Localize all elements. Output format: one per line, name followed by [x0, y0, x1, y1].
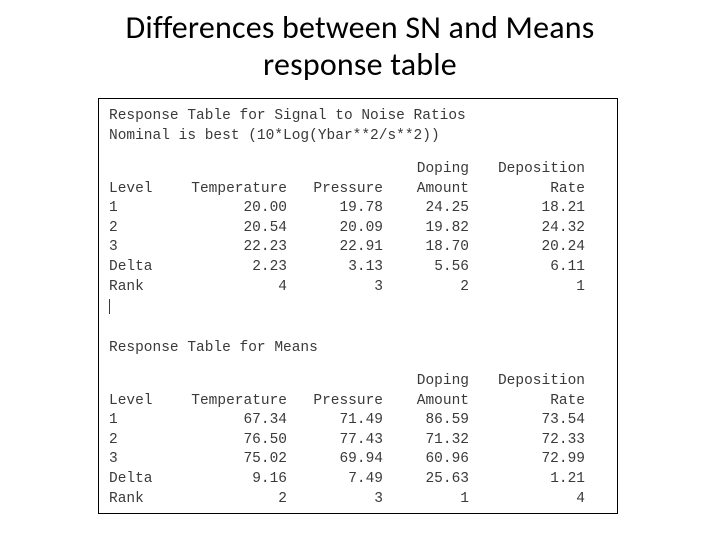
col-doping-label: Amount [383, 392, 469, 412]
cell: 86.59 [383, 411, 469, 431]
col-doping: Doping [383, 372, 469, 392]
cell: 2 [109, 431, 169, 451]
table-row: 1 20.00 19.78 24.25 18.21 [109, 199, 585, 219]
cell: 2 [109, 219, 169, 239]
col-deposition-label: Rate [469, 180, 585, 200]
cell: 1 [383, 490, 469, 510]
cell: 1.21 [469, 470, 585, 490]
table-row: 2 20.54 20.09 19.82 24.32 [109, 219, 585, 239]
col-temperature [169, 372, 287, 392]
col-pressure [287, 160, 383, 180]
table-row: Rank 2 3 1 4 [109, 490, 585, 510]
cell: 3 [287, 278, 383, 298]
col-temperature-label: Temperature [169, 180, 287, 200]
cell: 72.33 [469, 431, 585, 451]
sn-heading: Response Table for Signal to Noise Ratio… [109, 107, 607, 127]
col-deposition-label: Rate [469, 392, 585, 412]
col-deposition: Deposition [469, 372, 585, 392]
sn-table: Doping Deposition Level Temperature Pres… [109, 160, 585, 297]
cell: 6.11 [469, 258, 585, 278]
output-panel: Response Table for Signal to Noise Ratio… [98, 98, 618, 514]
cell: 75.02 [169, 450, 287, 470]
cell: 19.78 [287, 199, 383, 219]
cell: 18.21 [469, 199, 585, 219]
table-row: Delta 9.16 7.49 25.63 1.21 [109, 470, 585, 490]
cell: Rank [109, 490, 169, 510]
title-line-2: response table [263, 45, 457, 84]
col-deposition: Deposition [469, 160, 585, 180]
text-cursor-icon [109, 299, 110, 314]
cell: Delta [109, 470, 169, 490]
cell: 9.16 [169, 470, 287, 490]
cell: 25.63 [383, 470, 469, 490]
means-table: Doping Deposition Level Temperature Pres… [109, 372, 585, 509]
cell: 3.13 [287, 258, 383, 278]
table-row: 1 67.34 71.49 86.59 73.54 [109, 411, 585, 431]
col-level-label: Level [109, 392, 169, 412]
cell: 18.70 [383, 238, 469, 258]
col-level [109, 372, 169, 392]
table-row: 3 22.23 22.91 18.70 20.24 [109, 238, 585, 258]
sn-body: 1 20.00 19.78 24.25 18.21 2 20.54 20.09 … [109, 199, 585, 297]
cell: 4 [169, 278, 287, 298]
cell: 5.56 [383, 258, 469, 278]
cell: 2.23 [169, 258, 287, 278]
cell: 22.91 [287, 238, 383, 258]
cell: 73.54 [469, 411, 585, 431]
cell: 77.43 [287, 431, 383, 451]
cell: 71.49 [287, 411, 383, 431]
col-level-label: Level [109, 180, 169, 200]
cell: 3 [109, 238, 169, 258]
col-pressure [287, 372, 383, 392]
title-line-1: Differences between SN and Means [126, 8, 595, 47]
cell: 20.24 [469, 238, 585, 258]
cell: 1 [469, 278, 585, 298]
col-level [109, 160, 169, 180]
sn-subheading: Nominal is best (10*Log(Ybar**2/s**2)) [109, 127, 607, 147]
cell: 72.99 [469, 450, 585, 470]
cell: 20.00 [169, 199, 287, 219]
table-row: Delta 2.23 3.13 5.56 6.11 [109, 258, 585, 278]
col-temperature [169, 160, 287, 180]
col-temperature-label: Temperature [169, 392, 287, 412]
table-row: Rank 4 3 2 1 [109, 278, 585, 298]
cell: 76.50 [169, 431, 287, 451]
cell: 4 [469, 490, 585, 510]
cell: 19.82 [383, 219, 469, 239]
cell: 71.32 [383, 431, 469, 451]
col-doping: Doping [383, 160, 469, 180]
means-heading: Response Table for Means [109, 339, 607, 359]
cell: 69.94 [287, 450, 383, 470]
cell: 20.54 [169, 219, 287, 239]
cell: 1 [109, 411, 169, 431]
cell: 7.49 [287, 470, 383, 490]
cell: 2 [383, 278, 469, 298]
slide: Differences between SN and Means respons… [0, 0, 720, 540]
cell: 20.09 [287, 219, 383, 239]
cell: Rank [109, 278, 169, 298]
cell: 1 [109, 199, 169, 219]
col-pressure-label: Pressure [287, 392, 383, 412]
table-row: 2 76.50 77.43 71.32 72.33 [109, 431, 585, 451]
cell: 60.96 [383, 450, 469, 470]
cell: 24.25 [383, 199, 469, 219]
cell: 67.34 [169, 411, 287, 431]
cell: Delta [109, 258, 169, 278]
col-doping-label: Amount [383, 180, 469, 200]
slide-title: Differences between SN and Means respons… [0, 0, 720, 84]
cell: 3 [287, 490, 383, 510]
table-row: 3 75.02 69.94 60.96 72.99 [109, 450, 585, 470]
cell: 24.32 [469, 219, 585, 239]
col-pressure-label: Pressure [287, 180, 383, 200]
cell: 22.23 [169, 238, 287, 258]
cell: 2 [169, 490, 287, 510]
means-body: 1 67.34 71.49 86.59 73.54 2 76.50 77.43 … [109, 411, 585, 509]
cell: 3 [109, 450, 169, 470]
